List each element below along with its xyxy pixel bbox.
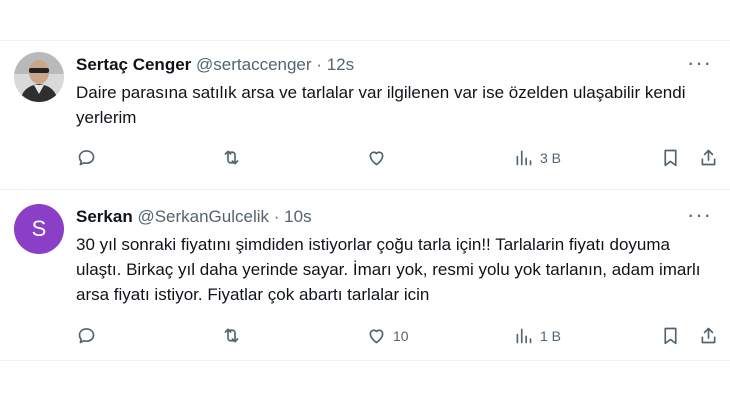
reply-icon (78, 150, 95, 166)
reply-button[interactable] (76, 325, 103, 346)
like-icon (369, 151, 384, 166)
tweet-actions: 3 B (76, 147, 716, 173)
bookmark-button[interactable] (660, 147, 681, 168)
tweet-content: Serkan @SerkanGulcelik · 10s ··· 30 yıl … (76, 202, 712, 307)
tweet-header: Sertaç Cenger @sertaccenger · 12s (76, 54, 712, 76)
share-icon (701, 149, 716, 166)
views-button[interactable]: 1 B (513, 325, 561, 346)
avatar[interactable] (14, 52, 64, 102)
retweet-icon (224, 150, 239, 165)
author-name[interactable]: Serkan (76, 207, 133, 226)
divider-bottom (0, 360, 730, 361)
tweet-text: Daire parasına satılık arsa ve tarlalar … (76, 83, 686, 127)
timestamp[interactable]: 12s (327, 55, 354, 74)
reply-button[interactable] (76, 147, 103, 168)
more-icon[interactable]: ··· (687, 50, 712, 76)
separator: · (273, 207, 280, 226)
bookmark-icon (664, 149, 677, 167)
author-handle[interactable]: @SerkanGulcelik (137, 207, 269, 226)
like-button[interactable]: 10 (366, 325, 409, 346)
bookmark-button[interactable] (660, 325, 681, 346)
timestamp[interactable]: 10s (284, 207, 311, 226)
tweet-content: Sertaç Cenger @sertaccenger · 12s ··· Da… (76, 50, 712, 130)
tweet-1[interactable]: Sertaç Cenger @sertaccenger · 12s ··· Da… (0, 40, 730, 190)
share-icon (701, 327, 716, 344)
retweet-button[interactable] (221, 147, 248, 168)
views-count: 1 B (540, 327, 562, 344)
share-button[interactable] (698, 147, 719, 168)
views-count: 3 B (540, 149, 562, 166)
share-button[interactable] (698, 325, 719, 346)
tweet-header: Serkan @SerkanGulcelik · 10s (76, 206, 712, 228)
retweet-button[interactable] (221, 325, 248, 346)
views-icon (516, 150, 532, 166)
retweet-icon (224, 328, 239, 343)
tweet-2[interactable]: S Serkan @SerkanGulcelik · 10s ··· 30 yı… (0, 190, 730, 360)
reply-icon (78, 328, 95, 344)
separator: · (316, 55, 322, 74)
views-icon (516, 328, 532, 344)
tweet-actions: 10 1 B (76, 325, 716, 351)
more-icon[interactable]: ··· (687, 202, 712, 228)
like-icon (369, 329, 384, 344)
views-button[interactable]: 3 B (513, 147, 561, 168)
like-button[interactable] (366, 147, 393, 168)
avatar-photo (14, 52, 64, 102)
author-handle[interactable]: @sertaccenger (196, 55, 312, 74)
tweet-text: 30 yıl sonraki fiyatını şimdiden istiyor… (76, 235, 701, 304)
like-count: 10 (393, 327, 409, 344)
avatar-letter: S (31, 216, 47, 241)
author-name[interactable]: Sertaç Cenger (76, 55, 191, 74)
bookmark-icon (664, 327, 677, 345)
avatar[interactable]: S (14, 204, 64, 254)
